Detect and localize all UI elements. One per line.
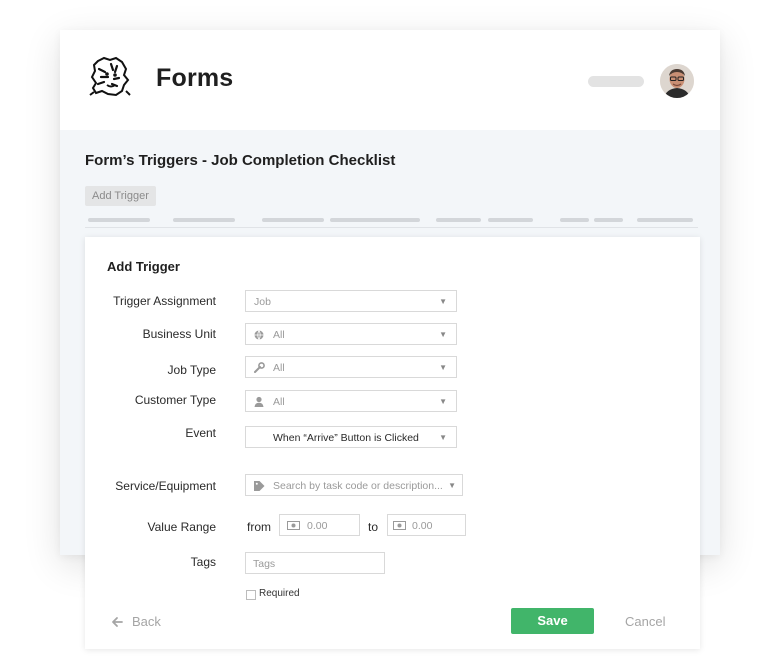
table-header-placeholder — [330, 218, 420, 222]
chevron-down-icon: ▼ — [439, 363, 447, 372]
event-value: When “Arrive” Button is Clicked — [273, 432, 419, 444]
value-range-from-input[interactable]: 0.00 — [279, 514, 360, 536]
chevron-down-icon: ▼ — [439, 397, 447, 406]
panel-title: Add Trigger — [107, 259, 180, 274]
globe-icon — [254, 330, 264, 340]
chevron-down-icon: ▼ — [448, 481, 456, 490]
chevron-down-icon: ▼ — [439, 433, 447, 442]
money-icon — [287, 521, 300, 530]
required-label: Required — [259, 588, 300, 599]
table-header-placeholder — [173, 218, 235, 222]
table-header-placeholder — [560, 218, 589, 222]
required-checkbox[interactable] — [246, 590, 256, 600]
person-icon — [254, 396, 264, 407]
table-header-placeholder — [637, 218, 693, 222]
job-type-label: Job Type — [167, 363, 216, 377]
money-icon — [393, 521, 406, 530]
service-equipment-placeholder: Search by task code or description... — [273, 480, 443, 492]
arrow-left-icon — [112, 617, 123, 627]
table-header-placeholder — [262, 218, 324, 222]
value-range-label: Value Range — [147, 520, 217, 534]
event-select[interactable]: When “Arrive” Button is Clicked ▼ — [245, 426, 457, 448]
page-title: Form’s Triggers - Job Completion Checkli… — [85, 152, 396, 169]
table-header-placeholder — [436, 218, 481, 222]
job-type-value: All — [273, 362, 285, 374]
save-button[interactable]: Save — [511, 608, 594, 634]
user-avatar[interactable] — [660, 64, 694, 98]
business-unit-value: All — [273, 329, 285, 341]
customer-type-value: All — [273, 396, 285, 408]
back-label: Back — [132, 614, 161, 629]
tags-input[interactable]: Tags — [245, 552, 385, 574]
value-range-to-input[interactable]: 0.00 — [387, 514, 466, 536]
app-header: Forms — [60, 30, 720, 130]
service-equipment-label: Service/Equipment — [115, 479, 216, 493]
tags-label: Tags — [190, 555, 216, 569]
wrench-icon — [254, 362, 265, 373]
business-unit-select[interactable]: All ▼ — [245, 323, 457, 345]
value-range-to-label: to — [368, 520, 379, 534]
tiger-mascot-logo[interactable] — [88, 55, 132, 97]
job-type-select[interactable]: All ▼ — [245, 356, 457, 378]
table-divider — [85, 227, 698, 228]
value-range-to-placeholder: 0.00 — [412, 520, 433, 532]
event-label: Event — [185, 426, 216, 440]
table-header-placeholder — [594, 218, 623, 222]
trigger-assignment-label: Trigger Assignment — [113, 294, 216, 308]
value-range-from-label: from — [247, 520, 271, 534]
trigger-assignment-value: Job — [254, 296, 271, 308]
service-equipment-search[interactable]: Search by task code or description... ▼ — [245, 474, 463, 496]
tags-placeholder: Tags — [253, 558, 276, 570]
trigger-assignment-select[interactable]: Job ▼ — [245, 290, 457, 312]
chevron-down-icon: ▼ — [439, 297, 447, 306]
business-unit-label: Business Unit — [142, 327, 216, 341]
cancel-button[interactable]: Cancel — [625, 614, 665, 629]
customer-type-label: Customer Type — [134, 393, 216, 407]
add-trigger-panel: Add Trigger Trigger Assignment Job ▼ Bus… — [85, 237, 700, 649]
table-header-placeholder — [88, 218, 150, 222]
header-placeholder-bar — [588, 76, 644, 87]
customer-type-select[interactable]: All ▼ — [245, 390, 457, 412]
app-title: Forms — [156, 64, 234, 92]
chevron-down-icon: ▼ — [439, 330, 447, 339]
tag-icon — [254, 481, 265, 491]
table-header-placeholder — [488, 218, 533, 222]
add-trigger-tag[interactable]: Add Trigger — [85, 186, 156, 206]
value-range-from-placeholder: 0.00 — [307, 520, 328, 532]
back-button[interactable]: Back — [111, 614, 161, 629]
